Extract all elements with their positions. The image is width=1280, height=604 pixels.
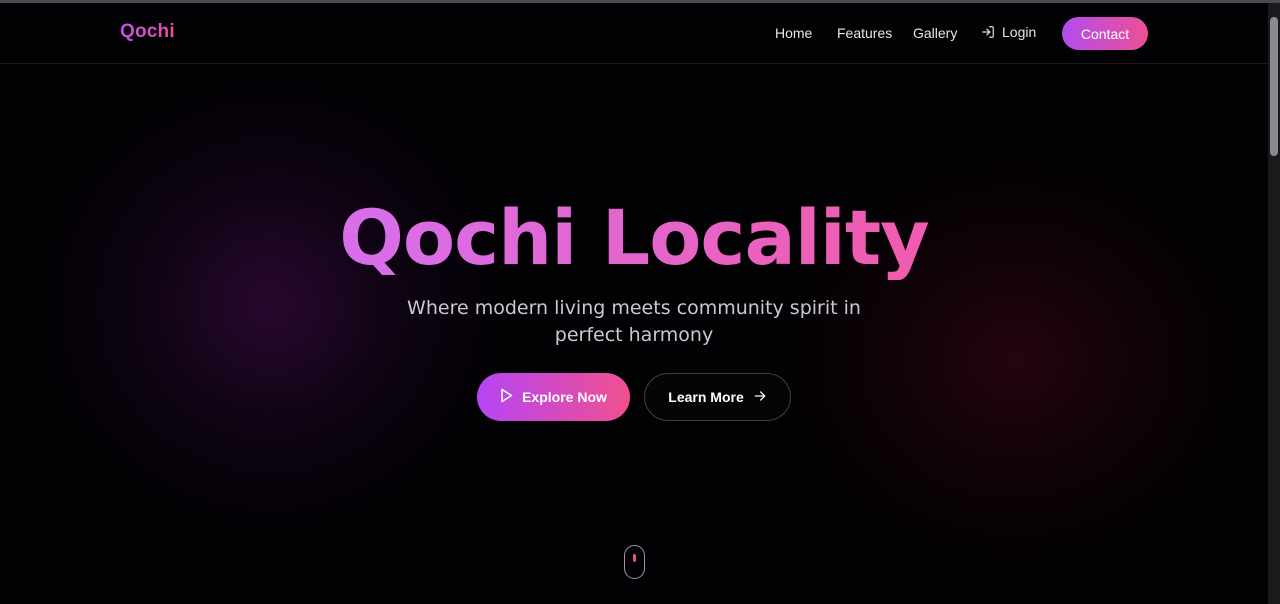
nav-home-link[interactable]: Home (775, 25, 812, 41)
nav-login-label: Login (1002, 24, 1037, 40)
explore-now-label: Explore Now (522, 389, 607, 405)
brand-logo[interactable]: Qochi (120, 21, 175, 43)
hero-title: Qochi Locality (0, 196, 1268, 280)
scrollbar-thumb[interactable] (1270, 17, 1278, 156)
nav-gallery-link[interactable]: Gallery (913, 25, 957, 41)
explore-now-button[interactable]: Explore Now (477, 373, 630, 421)
nav-login-link[interactable]: Login (981, 24, 1036, 40)
nav-features-link[interactable]: Features (837, 25, 892, 41)
scroll-wheel-dot (633, 554, 636, 562)
learn-more-button[interactable]: Learn More (644, 373, 791, 421)
arrow-right-icon (753, 389, 767, 406)
play-icon (500, 388, 513, 406)
navbar: Qochi Home Features Gallery Login Contac… (0, 3, 1268, 64)
login-icon (981, 25, 995, 39)
mouse-scroll-icon[interactable] (624, 545, 645, 579)
learn-more-label: Learn More (668, 389, 744, 405)
page: Qochi Home Features Gallery Login Contac… (0, 0, 1280, 604)
scrollbar-track[interactable] (1268, 3, 1280, 604)
hero-subtitle: Where modern living meets community spir… (407, 297, 861, 346)
contact-button[interactable]: Contact (1062, 17, 1148, 50)
